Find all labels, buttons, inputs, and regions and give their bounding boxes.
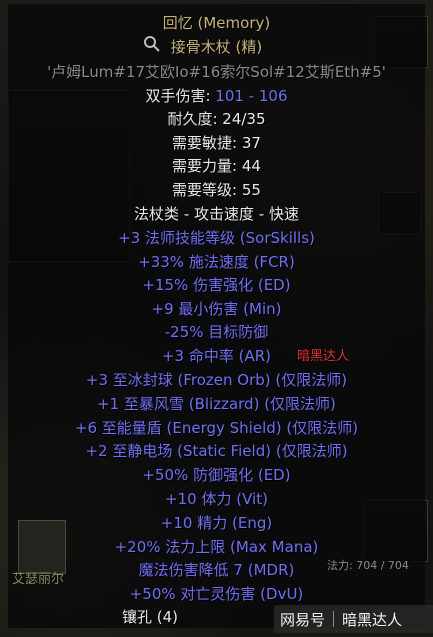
item-req-level: 需要等级: 55 <box>172 181 261 199</box>
item-mod: +3 至冰封球 (Frozen Orb) (仅限法师) <box>85 371 348 389</box>
damage-label: 双手伤害: <box>145 87 216 105</box>
item-mod: +2 至静电场 (Static Field) (仅限法师) <box>85 442 348 460</box>
mana-readout: 法力: 704 / 704 <box>327 559 409 572</box>
item-mod: +50% 对亡灵伤害 (DvU) <box>129 585 304 603</box>
logo-left-text: 网易号 <box>280 610 326 629</box>
item-name: 回忆 (Memory) <box>162 14 271 32</box>
item-mod: +1 至暴风雪 (Blizzard) (仅限法师) <box>97 395 336 413</box>
item-mod: -25% 目标防御 <box>164 323 269 341</box>
damage-value: 101 - 106 <box>215 87 288 105</box>
character-name: 艾瑟丽尔 <box>12 572 65 587</box>
item-mod: +6 至能量盾 (Energy Shield) (仅限法师) <box>74 419 359 437</box>
item-damage: 双手伤害: 101 - 106 <box>0 86 433 106</box>
logo-right-text: 暗黑达人 <box>342 610 403 629</box>
item-runeword: '卢姆Lum#17艾欧Io#16索尔Sol#12艾斯Eth#5' <box>47 63 386 81</box>
logo-divider <box>333 611 335 627</box>
watermark-text: 暗黑达人 <box>297 349 350 364</box>
item-mod: +10 体力 (Vit) <box>165 490 268 508</box>
item-sockets: 镶孔 (4) <box>121 608 179 626</box>
item-mod: +15% 伤害强化 (ED) <box>142 276 291 294</box>
item-mod: +3 命中率 (AR) <box>161 347 272 365</box>
item-class-speed: 法杖类 - 攻击速度 - 快速 <box>134 205 299 223</box>
item-req-dex: 需要敏捷: 37 <box>172 134 261 152</box>
item-mod: +3 法师技能等级 (SorSkills) <box>118 229 315 247</box>
item-durability: 耐久度: 24/35 <box>167 110 266 128</box>
character-portrait[interactable] <box>18 520 66 574</box>
item-mod: +33% 施法速度 (FCR) <box>138 253 295 271</box>
item-mod: +50% 防御强化 (ED) <box>142 466 291 484</box>
item-mod: +9 最小伤害 (Min) <box>151 300 282 318</box>
netease-logo-bar: 网易号 暗黑达人 <box>274 605 433 633</box>
item-req-str: 需要力量: 44 <box>172 157 261 175</box>
item-base-type: 接骨木杖 (精) <box>170 38 263 56</box>
